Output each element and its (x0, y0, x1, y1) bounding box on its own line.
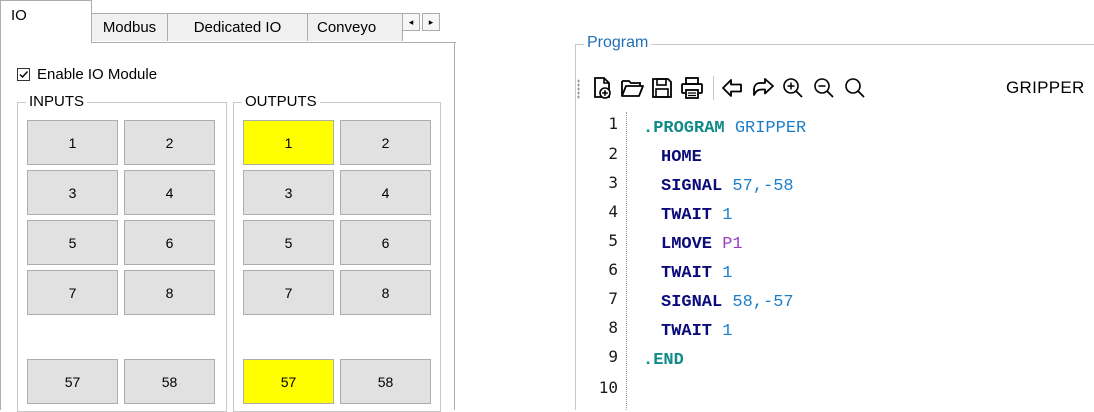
line-number: 6 (608, 260, 618, 279)
directive-token: .END (643, 351, 684, 370)
enable-io-module-checkbox[interactable] (17, 67, 30, 81)
new-file-icon[interactable] (589, 75, 615, 101)
line-number: 9 (608, 347, 618, 366)
code-line-6: TWAIT 1 (661, 264, 732, 284)
toolbar-separator (713, 76, 714, 100)
tab-modbus[interactable]: Modbus (91, 13, 168, 41)
line-number: 5 (608, 231, 618, 250)
keyword-token: SIGNAL (661, 177, 723, 196)
program-panel: Program GRIPPER 1 2 3 4 5 6 7 8 9 10 .PR… (565, 0, 1094, 410)
output-button-4[interactable]: 4 (340, 170, 431, 215)
input-button-8[interactable]: 8 (124, 270, 215, 315)
open-folder-icon[interactable] (619, 75, 645, 101)
input-button-4[interactable]: 4 (124, 170, 215, 215)
output-button-57[interactable]: 57 (243, 359, 334, 404)
program-name-label: GRIPPER (1006, 78, 1085, 97)
toolbar-grip[interactable] (577, 79, 580, 99)
line-number: 7 (608, 289, 618, 308)
line-number: 2 (608, 144, 618, 163)
zoom-reset-icon[interactable] (842, 75, 868, 101)
input-button-3[interactable]: 3 (27, 170, 118, 215)
directive-token: .PROGRAM (643, 119, 725, 138)
line-number-gutter: 1 2 3 4 5 6 7 8 9 10 (579, 112, 627, 410)
line-number: 8 (608, 318, 618, 337)
zoom-out-icon[interactable] (811, 75, 837, 101)
enable-io-module-row[interactable]: Enable IO Module (17, 64, 157, 84)
keyword-token: HOME (661, 148, 702, 167)
tab-dedicated-io[interactable]: Dedicated IO (167, 13, 308, 41)
argument-token: 1 (722, 206, 733, 225)
io-panel: IO Modbus Dedicated IO Conveyo ◂ ▸ Enabl… (0, 0, 456, 412)
zoom-in-icon[interactable] (780, 75, 806, 101)
tab-scroll-left-button[interactable]: ◂ (402, 13, 420, 31)
program-title: Program (584, 33, 652, 53)
tab-scroll-right-button[interactable]: ▸ (422, 13, 440, 31)
program-toolbar: GRIPPER (575, 70, 1094, 106)
output-button-2[interactable]: 2 (340, 120, 431, 165)
code-line-2: HOME (661, 148, 702, 168)
output-button-3[interactable]: 3 (243, 170, 334, 215)
inputs-group: INPUTS 1 2 3 4 5 6 7 8 57 58 (17, 92, 227, 412)
keyword-token: TWAIT (661, 264, 713, 283)
undo-icon[interactable] (720, 75, 746, 101)
code-line-9: .END (643, 351, 684, 371)
line-number: 3 (608, 173, 618, 192)
line-number: 10 (598, 378, 618, 397)
code-line-8: TWAIT 1 (661, 322, 732, 342)
input-button-57[interactable]: 57 (27, 359, 118, 404)
print-icon[interactable] (679, 75, 705, 101)
program-name-token: GRIPPER (734, 119, 807, 138)
argument-token: 58,-57 (732, 293, 794, 312)
output-button-8[interactable]: 8 (340, 270, 431, 315)
line-number: 4 (608, 202, 618, 221)
input-button-5[interactable]: 5 (27, 220, 118, 265)
code-line-4: TWAIT 1 (661, 206, 732, 226)
output-button-6[interactable]: 6 (340, 220, 431, 265)
input-button-7[interactable]: 7 (27, 270, 118, 315)
redo-icon[interactable] (750, 75, 776, 101)
argument-token: 1 (722, 264, 733, 283)
code-line-1: .PROGRAM GRIPPER (643, 119, 806, 139)
code-line-3: SIGNAL 57,-58 (661, 177, 794, 197)
keyword-token: LMOVE (661, 235, 713, 254)
enable-io-module-label: Enable IO Module (37, 65, 158, 83)
output-button-1[interactable]: 1 (243, 120, 334, 165)
argument-token: 1 (722, 322, 733, 341)
argument-token: P1 (722, 235, 743, 254)
keyword-token: TWAIT (661, 206, 713, 225)
code-line-5: LMOVE P1 (661, 235, 743, 255)
keyword-token: SIGNAL (661, 293, 723, 312)
output-button-7[interactable]: 7 (243, 270, 334, 315)
input-button-6[interactable]: 6 (124, 220, 215, 265)
output-button-58[interactable]: 58 (340, 359, 431, 404)
input-button-2[interactable]: 2 (124, 120, 215, 165)
input-button-58[interactable]: 58 (124, 359, 215, 404)
tab-io[interactable]: IO (0, 0, 92, 43)
checkmark-icon (19, 70, 29, 78)
io-tab-content: Enable IO Module INPUTS 1 2 3 4 5 6 7 8 … (0, 42, 455, 412)
save-icon[interactable] (649, 75, 675, 101)
line-number: 1 (608, 114, 618, 133)
outputs-group: OUTPUTS 1 2 3 4 5 6 7 8 57 58 (233, 92, 441, 412)
argument-token: 57,-58 (732, 177, 794, 196)
outputs-group-title: OUTPUTS (242, 92, 320, 112)
input-button-1[interactable]: 1 (27, 120, 118, 165)
inputs-group-title: INPUTS (26, 92, 88, 112)
keyword-token: TWAIT (661, 322, 713, 341)
output-button-5[interactable]: 5 (243, 220, 334, 265)
tab-conveyor[interactable]: Conveyo (307, 13, 403, 41)
code-editor[interactable]: 1 2 3 4 5 6 7 8 9 10 .PROGRAM GRIPPER HO… (565, 112, 1094, 410)
code-line-7: SIGNAL 58,-57 (661, 293, 794, 313)
tab-strip: IO Modbus Dedicated IO Conveyo ◂ ▸ (0, 0, 456, 43)
